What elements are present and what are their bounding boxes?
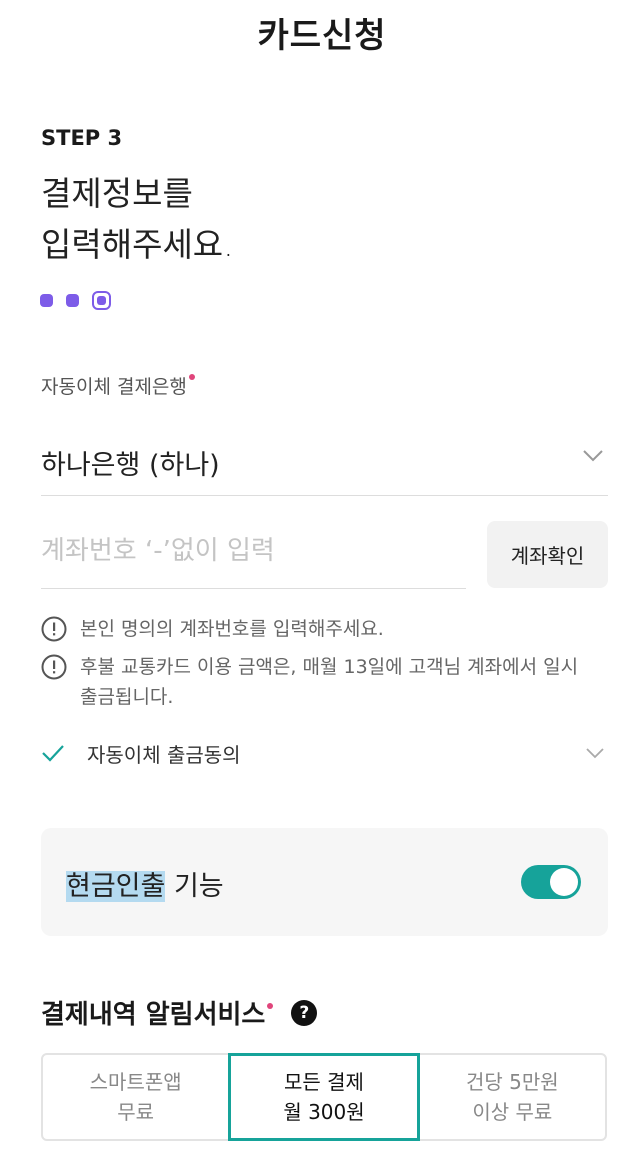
check-icon xyxy=(42,745,64,762)
auto-debit-agreement[interactable]: 자동이체 출금동의 xyxy=(41,730,608,776)
step-progress-indicator xyxy=(40,291,111,310)
step-dot-3-current xyxy=(92,291,111,310)
step-headline-line1: 결제정보를 xyxy=(41,174,193,213)
option-line1: 모든 결제 xyxy=(284,1070,364,1094)
bank-field-label: 자동이체 결제은행 xyxy=(41,372,195,399)
bank-select[interactable]: 하나은행 (하나) xyxy=(41,425,608,496)
notify-service-options: 스마트폰앱 무료 모든 결제 월 300원 건당 5만원 이상 무료 xyxy=(41,1053,607,1141)
alert-circle-icon xyxy=(41,616,67,642)
option-line2: 이상 무료 xyxy=(472,1100,553,1124)
notice-item: 후불 교통카드 이용 금액은, 매월 13일에 고객님 계좌에서 일시 출금됩니… xyxy=(41,652,611,712)
account-number-input[interactable] xyxy=(41,520,466,582)
account-number-field xyxy=(41,520,466,589)
toggle-knob xyxy=(550,868,578,896)
highlighted-text: 현금인출 xyxy=(66,871,166,902)
required-dot xyxy=(267,1002,274,1009)
notify-service-title: 결제내역 알림서비스 ? xyxy=(41,994,318,1031)
required-dot xyxy=(188,374,195,380)
cash-withdrawal-label-rest: 기능 xyxy=(165,871,224,902)
step-dot-2 xyxy=(66,294,79,307)
help-icon[interactable]: ? xyxy=(291,999,318,1026)
notice-item: 본인 명의의 계좌번호를 입력해주세요. xyxy=(41,614,611,644)
bank-select-value: 하나은행 (하나) xyxy=(41,450,220,481)
alert-circle-icon xyxy=(41,654,67,680)
option-line2: 월 300원 xyxy=(283,1100,365,1124)
option-smartphone-app[interactable]: 스마트폰앱 무료 xyxy=(43,1055,228,1139)
option-line2: 무료 xyxy=(117,1100,155,1124)
cash-withdrawal-toggle[interactable] xyxy=(521,865,581,899)
bank-field-label-text: 자동이체 결제은행 xyxy=(41,376,187,398)
option-all-payments[interactable]: 모든 결제 월 300원 xyxy=(228,1053,420,1141)
agreement-label: 자동이체 출금동의 xyxy=(87,742,241,767)
chevron-down-icon xyxy=(583,450,603,462)
account-confirm-button[interactable]: 계좌확인 xyxy=(487,521,608,588)
chevron-down-icon[interactable] xyxy=(586,747,604,759)
notify-service-title-text: 결제내역 알림서비스 xyxy=(41,1000,266,1030)
step-dot-1 xyxy=(40,294,53,307)
option-line1: 스마트폰앱 xyxy=(89,1070,182,1094)
notice-text: 본인 명의의 계좌번호를 입력해주세요. xyxy=(80,618,384,640)
cash-withdrawal-card: 현금인출 기능 xyxy=(41,828,608,936)
page-title: 카드신청 xyxy=(257,16,387,56)
notice-text: 후불 교통카드 이용 금액은, 매월 13일에 고객님 계좌에서 일시 출금됩니… xyxy=(80,656,579,708)
cash-withdrawal-label: 현금인출 기능 xyxy=(66,864,224,903)
option-over-50000[interactable]: 건당 5만원 이상 무료 xyxy=(420,1055,605,1139)
option-line1: 건당 5만원 xyxy=(465,1070,559,1094)
step-label: STEP 3 xyxy=(41,126,123,150)
step-headline-line2: 입력해주세요. xyxy=(41,225,234,264)
